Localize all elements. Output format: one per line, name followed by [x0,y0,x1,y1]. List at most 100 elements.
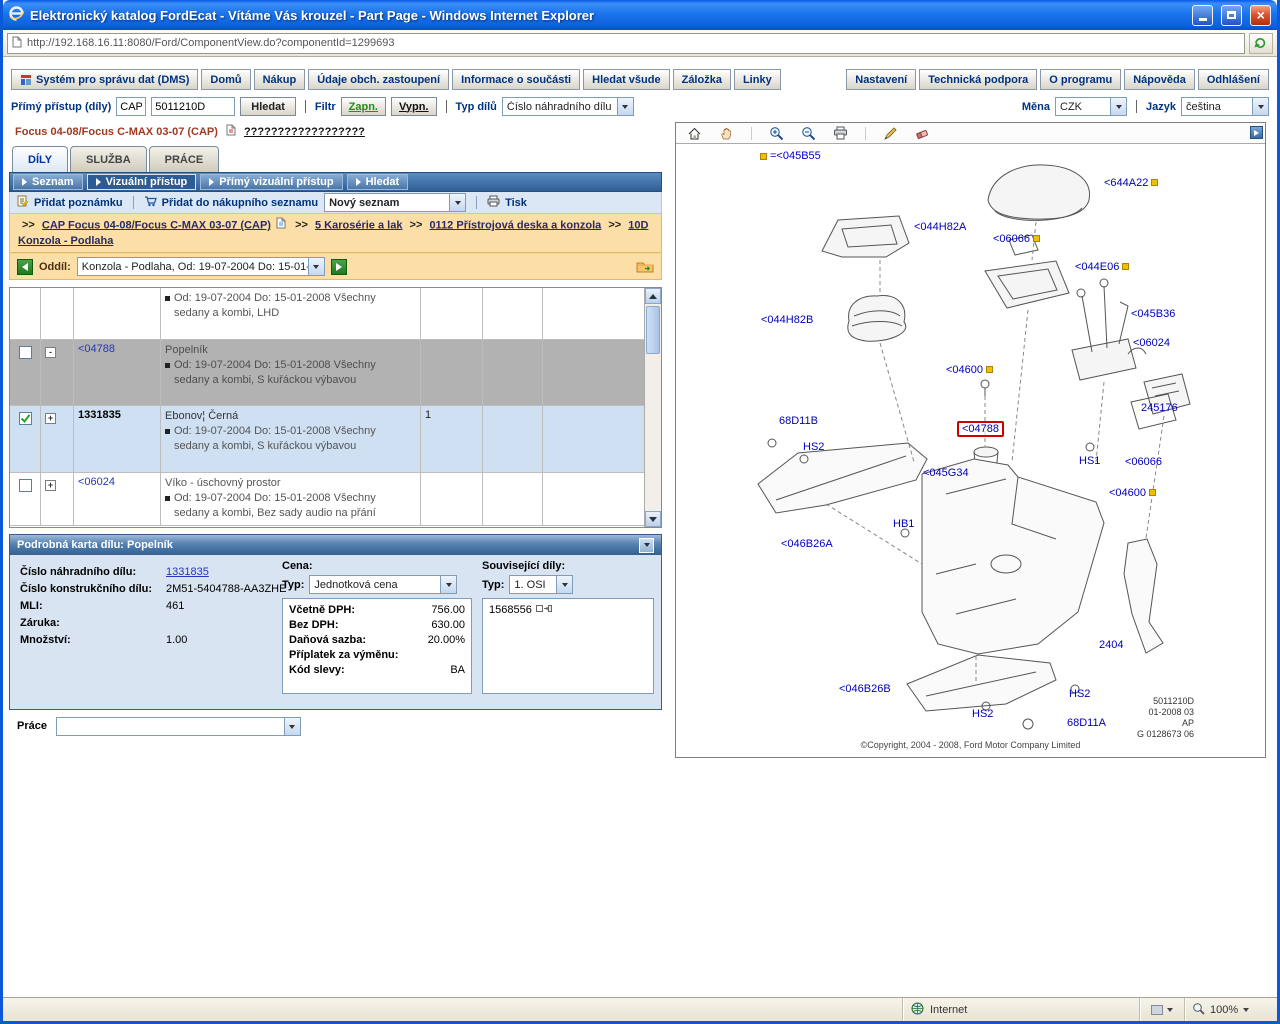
scroll-thumb[interactable] [646,306,660,354]
tab-sluzba[interactable]: SLUŽBA [70,146,147,172]
minimize-button[interactable] [1192,5,1213,26]
subtab-vizualni-pristup[interactable]: Vizuální přístup [87,174,197,190]
zoom-out-tool[interactable] [801,126,816,141]
add-note-button[interactable]: Přidat poznámku [17,195,123,210]
diagram-part-label[interactable]: <06024 [1133,337,1170,349]
row-expander[interactable]: + [45,413,56,424]
subtab-hledat[interactable]: Hledat [347,174,409,190]
diagram-part-label[interactable]: <06066 [993,233,1040,245]
diagram-part-label[interactable]: <044H82B [761,314,813,326]
diagram-part-label[interactable]: <046B26B [839,683,891,695]
diagram-part-label[interactable]: 245176 [1141,402,1178,414]
diagram-part-label[interactable]: HB1 [893,518,914,530]
diagram-part-label[interactable]: <044H82A [914,221,966,233]
diagram-part-label[interactable]: HS2 [972,708,993,720]
row-checkbox[interactable] [19,479,32,492]
print-tool[interactable] [833,126,848,140]
breadcrumb-link-vehicle[interactable]: CAP Focus 04-08/Focus C-MAX 03-07 (CAP) [42,219,271,231]
part-number-link[interactable]: <06024 [78,476,115,488]
nav-nakup-button[interactable]: Nákup [254,69,306,90]
nav-hledat-vsude-button[interactable]: Hledat všude [583,69,669,90]
address-field[interactable]: http://192.168.16.11:8080/Ford/Component… [7,33,1245,54]
add-to-shopping-list-button[interactable]: Přidat do nákupního seznamu [144,195,318,210]
detail-part-number-link[interactable]: 1331835 [166,566,209,578]
panel-expand-button[interactable] [1250,126,1263,139]
related-part-link[interactable]: 1568556 [489,603,532,618]
nav-domu-button[interactable]: Domů [201,69,250,90]
catalogue-input[interactable] [116,97,146,116]
vehicle-placeholder-link[interactable]: ?????????????????? [244,126,365,138]
diagram-part-label[interactable]: 68D11B [779,415,818,427]
diagram-part-label[interactable]: 68D11A [1067,717,1106,729]
eraser-tool[interactable] [915,126,930,141]
breadcrumb-link-pristrojova-deska[interactable]: 0112 Přístrojová deska a konzola [429,219,601,231]
subtab-primy-vizualni-pristup[interactable]: Přímý vizuální přístup [200,174,342,190]
row-expander[interactable]: - [45,347,56,358]
part-number-input[interactable] [151,97,235,116]
section-select[interactable]: Konzola - Podlaha, Od: 19-07-2004 Do: 15… [77,257,325,276]
pan-tool[interactable] [719,126,734,141]
row-checkbox[interactable] [19,412,32,425]
nav-technicka-podpora-button[interactable]: Technická podpora [919,69,1037,90]
diagram-part-label[interactable]: <06066 [1125,456,1162,468]
subtab-seznam[interactable]: Seznam [13,174,83,190]
home-tool[interactable] [687,126,702,141]
diagram-part-label[interactable]: <045B36 [1131,308,1175,320]
print-button[interactable]: Tisk [487,195,527,210]
vehicle-note-icon[interactable] [226,124,236,139]
refresh-button[interactable] [1249,33,1273,54]
tab-dily[interactable]: DÍLY [12,146,68,172]
shopping-list-select[interactable]: Nový seznam [324,193,466,212]
currency-select[interactable]: CZK [1055,97,1127,116]
measure-tool[interactable] [883,126,898,141]
nav-informace-soucasti-button[interactable]: Informace o součásti [452,69,580,90]
search-button[interactable]: Hledat [240,97,296,116]
diagram-part-label[interactable]: HS1 [1079,455,1100,467]
nav-napoveda-button[interactable]: Nápověda [1124,69,1195,90]
part-type-select[interactable]: Číslo náhradního dílu [502,97,634,116]
section-forward-button[interactable] [331,259,347,275]
document-icon[interactable] [276,217,286,234]
diagram-part-label[interactable]: <046B26A [781,538,833,550]
nav-nastaveni-button[interactable]: Nastavení [846,69,916,90]
filter-off-button[interactable]: Vypn. [391,97,437,116]
scroll-up-button[interactable] [645,288,661,304]
row-checkbox[interactable] [19,346,32,359]
diagram-part-label[interactable]: HS2 [803,441,824,453]
diagram-part-label[interactable]: <644A22 [1104,177,1158,189]
detail-collapse-button[interactable] [639,538,654,553]
diagram-part-label[interactable]: <044E06 [1075,261,1129,273]
diagram-part-label[interactable]: <04600 [1109,487,1156,499]
breadcrumb-link-karoserie[interactable]: 5 Karosérie a lak [315,219,402,231]
status-mini-pane[interactable] [1139,998,1184,1021]
table-row[interactable]: - <04788 Popelník Od: 19-07-2004 Do: 15-… [10,340,644,406]
section-back-button[interactable] [17,259,33,275]
diagram-part-label[interactable]: 2404 [1099,639,1123,651]
nav-dms-button[interactable]: Systém pro správu dat (DMS) [11,69,198,90]
zoom-control[interactable]: 100% [1184,998,1277,1021]
nav-udaje-zastoupeni-button[interactable]: Údaje obch. zastoupení [308,69,449,90]
folder-icon[interactable] [636,260,654,273]
diagram-part-label[interactable]: <04600 [946,364,993,376]
table-row[interactable]: + <06024 Víko - úschovný prostor Od: 19-… [10,473,644,526]
maximize-button[interactable] [1221,5,1242,26]
language-select[interactable]: čeština [1181,97,1269,116]
close-button[interactable] [1250,5,1271,26]
scroll-down-button[interactable] [645,511,661,527]
diagram-part-label[interactable]: <045G34 [923,467,969,479]
diagram-part-label[interactable]: <04788 [957,421,1004,437]
zoom-in-tool[interactable] [769,126,784,141]
nav-odhlaseni-button[interactable]: Odhlášení [1198,69,1269,90]
diagram-part-label[interactable]: HS2 [1069,688,1090,700]
nav-linky-button[interactable]: Linky [734,69,781,90]
row-expander[interactable]: + [45,480,56,491]
address-input[interactable]: http://192.168.16.11:8080/Ford/Component… [27,37,394,49]
related-type-select[interactable]: 1. OSI [509,575,573,594]
tab-prace[interactable]: PRÁCE [149,146,220,172]
price-type-select[interactable]: Jednotková cena [309,575,457,594]
table-row[interactable]: Od: 19-07-2004 Do: 15-01-2008 Všechny se… [10,288,644,340]
filter-on-button[interactable]: Zapn. [341,97,386,116]
diagram-canvas[interactable]: =<045B55 <644A22<044H82A<06066<044E06<04… [676,144,1265,757]
labour-select[interactable] [56,717,301,736]
table-scrollbar[interactable] [644,288,661,527]
